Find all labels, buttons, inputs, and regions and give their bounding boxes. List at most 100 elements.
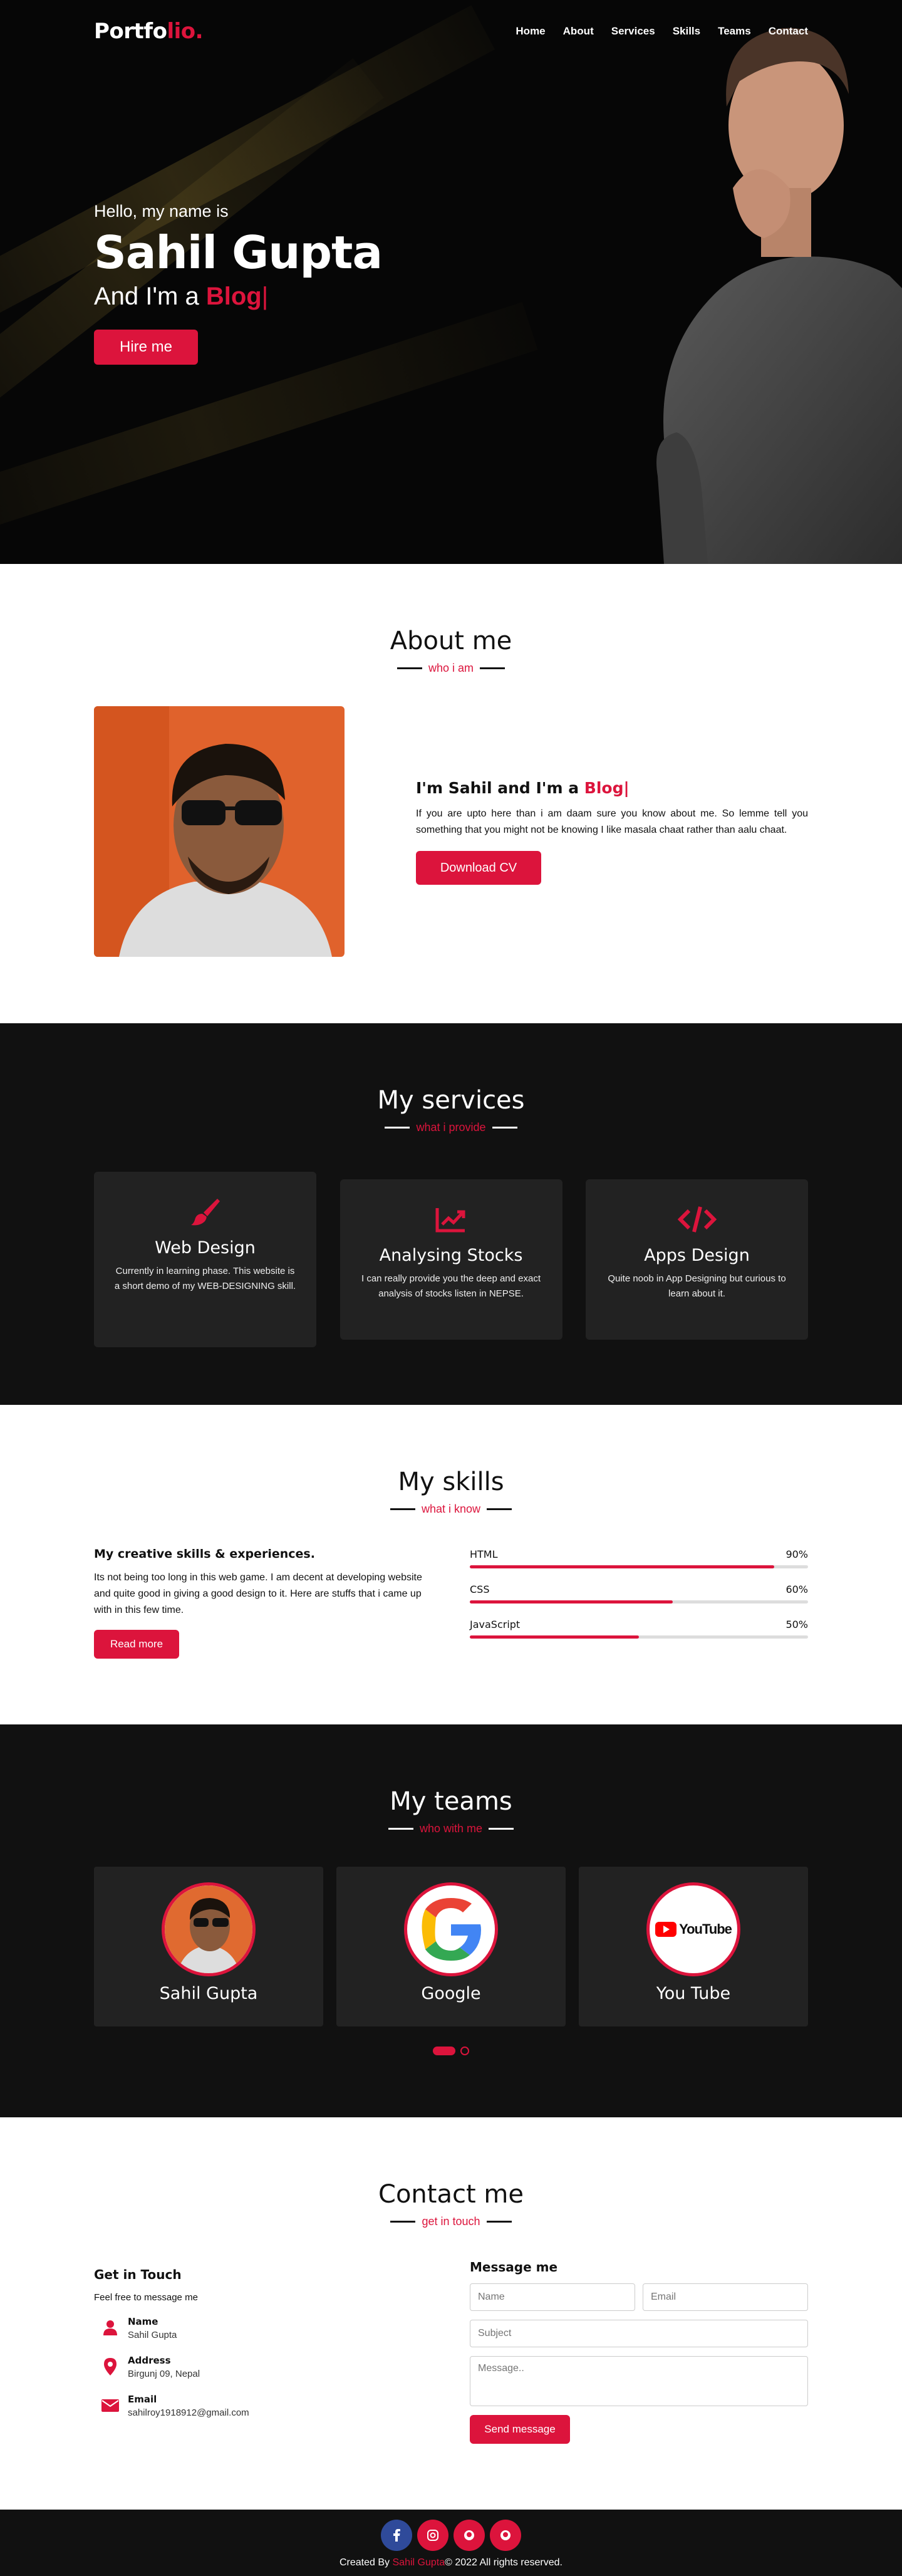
hero-text: Hello, my name is Sahil Gupta And I'm a …	[94, 202, 383, 365]
user-icon	[103, 2320, 117, 2335]
divider	[492, 1127, 517, 1129]
instagram-link[interactable]	[417, 2520, 448, 2551]
teams-carousel[interactable]: Sahil Gupta Google YouTube You Tube	[94, 1867, 808, 2026]
divider	[390, 2221, 416, 2223]
download-cv-button[interactable]: Download CV	[416, 850, 541, 885]
skill-bars: HTML 90% CSS 60% JavaScript 50%	[470, 1547, 808, 1659]
contact-item: Name Sahil Gupta	[94, 2314, 432, 2342]
chart-line-icon	[435, 1208, 465, 1233]
author-link[interactable]: Sahil Gupta	[393, 2557, 445, 2568]
team-avatar	[404, 1882, 498, 1976]
skills-title: My skills	[398, 1468, 504, 1496]
subject-input[interactable]	[470, 2320, 808, 2347]
section-title: About me who i am	[94, 627, 808, 675]
email-input[interactable]	[643, 2283, 808, 2311]
nav-home[interactable]: Home	[516, 25, 545, 38]
skill-name: JavaScript	[470, 1619, 521, 1630]
nav-skills[interactable]: Skills	[673, 25, 700, 38]
service-card[interactable]: Web Design Currently in learning phase. …	[94, 1172, 316, 1347]
team-name: Google	[421, 1984, 481, 2003]
message-textarea[interactable]	[470, 2356, 808, 2406]
youtube-logo-icon: YouTube	[655, 1921, 732, 1937]
divider	[397, 667, 422, 669]
contact-subtitle: get in touch	[422, 2215, 480, 2228]
nav-menu: Home About Services Skills Teams Contact	[516, 25, 808, 38]
skill-bar-fill	[470, 1600, 673, 1603]
divider	[385, 1127, 410, 1129]
teams-section: My teams who with me Sahil Gupta Google …	[0, 1724, 902, 2117]
map-marker-icon	[104, 2358, 117, 2375]
facebook-icon	[393, 2529, 400, 2542]
facebook-link[interactable]	[381, 2520, 412, 2551]
github-icon	[500, 2530, 511, 2540]
section-title: My services what i provide	[94, 1086, 808, 1134]
divider	[388, 1828, 413, 1830]
teams-title: My teams	[390, 1787, 512, 1816]
skill-percent: 60%	[785, 1583, 808, 1595]
name-input[interactable]	[470, 2283, 635, 2311]
team-card[interactable]: Sahil Gupta	[94, 1867, 323, 2026]
contact-form: Message me Send message	[470, 2260, 808, 2444]
services-section: My services what i provide Web Design Cu…	[0, 1023, 902, 1405]
team-card[interactable]: YouTube You Tube	[579, 1867, 808, 2026]
about-subtitle: who i am	[428, 662, 474, 674]
copyright: Created By Sahil Gupta© 2022 All rights …	[340, 2557, 562, 2568]
skill-bar-fill	[470, 1565, 774, 1568]
hire-me-button[interactable]: Hire me	[94, 330, 198, 365]
code-icon	[677, 1206, 717, 1233]
paint-brush-icon	[190, 1199, 220, 1226]
typed-text: Blog	[205, 283, 262, 310]
github-icon	[464, 2530, 474, 2540]
contact-lead: Feel free to message me	[94, 2292, 198, 2303]
divider	[486, 2221, 512, 2223]
google-logo-icon	[422, 1898, 481, 1961]
nav-about[interactable]: About	[563, 25, 594, 38]
service-card[interactable]: Apps Design Quite noob in App Designing …	[586, 1179, 808, 1340]
about-paragraph: If you are upto here than i am daam sure…	[416, 808, 808, 835]
section-title: My skills what i know	[94, 1468, 808, 1516]
github-link[interactable]	[454, 2520, 485, 2551]
contact-item: Address Birgunj 09, Nepal	[94, 2353, 432, 2380]
contact-section: Contact me get in touch Get in Touch Fee…	[0, 2117, 902, 2510]
nav-teams[interactable]: Teams	[718, 25, 751, 38]
carousel-dot-active[interactable]	[433, 2047, 455, 2055]
skills-paragraph: Its not being too long in this web game.…	[94, 1572, 422, 1615]
read-more-button[interactable]: Read more	[94, 1630, 179, 1659]
divider	[487, 1508, 512, 1510]
hero-portrait	[656, 28, 902, 564]
team-avatar: YouTube	[646, 1882, 740, 1976]
team-name: Sahil Gupta	[159, 1984, 258, 2003]
service-title: Apps Design	[644, 1246, 750, 1265]
service-title: Analysing Stocks	[379, 1246, 523, 1265]
services-title: My services	[377, 1086, 525, 1115]
nav-services[interactable]: Services	[611, 25, 655, 38]
team-card[interactable]: Google	[336, 1867, 566, 2026]
carousel-dot[interactable]	[460, 2047, 469, 2055]
team-avatar	[162, 1882, 256, 1976]
skill-name: HTML	[470, 1548, 498, 1560]
navbar: Portfolio. Home About Services Skills Te…	[0, 0, 902, 63]
envelope-icon	[101, 2399, 119, 2412]
hero-greeting: Hello, my name is	[94, 202, 229, 221]
skill-percent: 90%	[785, 1548, 808, 1560]
send-message-button[interactable]: Send message	[470, 2415, 570, 2444]
divider	[480, 667, 505, 669]
about-title: About me	[390, 627, 512, 655]
logo[interactable]: Portfolio.	[94, 19, 204, 44]
team-name: You Tube	[656, 1984, 731, 2003]
divider	[390, 1508, 415, 1510]
service-text: I can really provide you the deep and ex…	[361, 1273, 541, 1299]
instagram-icon	[427, 2530, 438, 2541]
skill-bar: HTML 90%	[470, 1548, 808, 1568]
service-text: Quite noob in App Designing but curious …	[608, 1273, 786, 1299]
nav-contact[interactable]: Contact	[769, 25, 808, 38]
service-card[interactable]: Analysing Stocks I can really provide yo…	[340, 1179, 562, 1340]
hero-name: Sahil Gupta	[94, 226, 383, 279]
skill-percent: 50%	[785, 1619, 808, 1630]
skill-name: CSS	[470, 1583, 490, 1595]
footer: Created By Sahil Gupta© 2022 All rights …	[0, 2510, 902, 2576]
section-title: My teams who with me	[94, 1787, 808, 1835]
skill-bar-fill	[470, 1635, 639, 1639]
divider	[489, 1828, 514, 1830]
github-link[interactable]	[490, 2520, 521, 2551]
